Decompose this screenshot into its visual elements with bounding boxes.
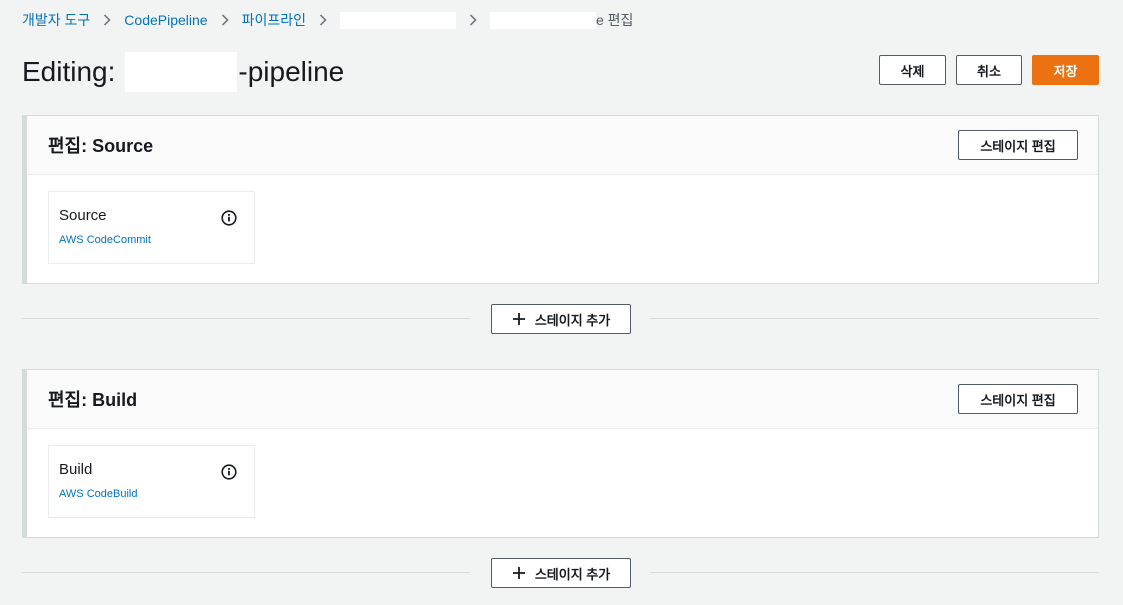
action-card-source[interactable]: Source AWS CodeCommit — [48, 191, 255, 264]
add-stage-row: 스테이지 추가 — [22, 558, 1099, 588]
breadcrumb-codepipeline[interactable]: CodePipeline — [124, 12, 207, 28]
divider — [650, 572, 1099, 573]
action-card-build[interactable]: Build AWS CodeBuild — [48, 445, 255, 518]
breadcrumb-current: e 편집 — [490, 10, 633, 30]
page-title-suffix: -pipeline — [238, 56, 345, 87]
stage-build: 편집: Build 스테이지 편집 Build AWS CodeBuild — [22, 369, 1099, 538]
chevron-right-icon — [319, 14, 327, 26]
plus-icon — [512, 567, 525, 579]
breadcrumb-dev-tools[interactable]: 개발자 도구 — [22, 10, 90, 30]
divider — [650, 318, 1099, 319]
stage-header: 편집: Source 스테이지 편집 — [27, 116, 1098, 175]
cancel-button[interactable]: 취소 — [956, 55, 1022, 85]
edit-stage-button[interactable]: 스테이지 편집 — [958, 384, 1078, 414]
delete-button[interactable]: 삭제 — [879, 55, 946, 85]
breadcrumb-pipelines[interactable]: 파이프라인 — [242, 10, 306, 30]
chevron-right-icon — [221, 14, 229, 26]
page-title: Editing: -pipeline — [22, 50, 344, 94]
stage-title: 편집: Source — [48, 136, 154, 156]
breadcrumb: 개발자 도구 CodePipeline 파이프라인 e 편집 — [22, 10, 633, 30]
edit-stage-button[interactable]: 스테이지 편집 — [958, 130, 1078, 160]
stage-title: 편집: Build — [48, 390, 138, 410]
add-stage-button[interactable]: 스테이지 추가 — [491, 304, 631, 334]
stage-source: 편집: Source 스테이지 편집 Source AWS CodeCommit — [22, 115, 1099, 284]
chevron-right-icon — [103, 14, 111, 26]
page-title-redacted — [125, 52, 238, 92]
chevron-right-icon — [469, 14, 477, 26]
add-stage-label: 스테이지 추가 — [534, 312, 611, 328]
breadcrumb-pipeline-name-redacted[interactable] — [340, 11, 456, 29]
breadcrumb-current-redacted — [490, 11, 596, 29]
action-name: Build — [59, 461, 93, 478]
breadcrumb-current-label: e 편집 — [596, 12, 634, 28]
stage-body: Source AWS CodeCommit — [27, 175, 1098, 284]
page-title-prefix: Editing: — [22, 56, 116, 87]
add-stage-button[interactable]: 스테이지 추가 — [491, 558, 631, 588]
action-provider-link[interactable]: AWS CodeCommit — [59, 234, 244, 246]
divider — [22, 318, 470, 319]
header-actions: 삭제 취소 저장 — [879, 55, 1099, 85]
plus-icon — [512, 313, 525, 325]
action-name: Source — [59, 207, 107, 224]
save-button[interactable]: 저장 — [1032, 55, 1099, 85]
add-stage-label: 스테이지 추가 — [534, 566, 611, 582]
stage-body: Build AWS CodeBuild — [27, 429, 1098, 538]
stage-header: 편집: Build 스테이지 편집 — [27, 370, 1098, 429]
action-provider-link[interactable]: AWS CodeBuild — [59, 488, 244, 500]
add-stage-row: 스테이지 추가 — [22, 304, 1099, 334]
divider — [22, 572, 470, 573]
info-icon[interactable] — [221, 210, 237, 226]
info-icon[interactable] — [221, 464, 237, 480]
